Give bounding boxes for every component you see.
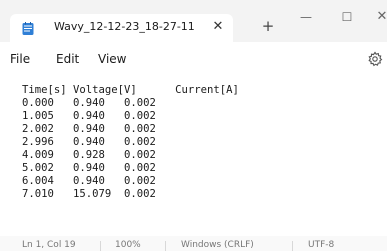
title-bar: Wavy_12-12-23_18-27-11 ✕ + — ☐ ✕ — [0, 0, 387, 42]
status-bar: Ln 1, Col 19 100% Windows (CRLF) UTF-8 — [0, 236, 387, 251]
new-tab-button[interactable]: + — [259, 17, 277, 35]
line-ending: Windows (CRLF) — [181, 240, 254, 250]
zoom-level: 100% — [115, 240, 141, 250]
maximize-button[interactable]: ☐ — [335, 8, 359, 26]
editor-content: Time[s] Voltage[V] Current[A] 0.000 0.94… — [22, 84, 239, 200]
encoding: UTF-8 — [308, 240, 335, 250]
menu-view[interactable]: View — [98, 52, 126, 66]
document-tab[interactable]: Wavy_12-12-23_18-27-11 ✕ — [10, 14, 233, 42]
status-divider — [100, 241, 101, 251]
close-tab-icon[interactable]: ✕ — [210, 19, 226, 35]
text-editor[interactable]: Time[s] Voltage[V] Current[A] 0.000 0.94… — [0, 76, 387, 231]
menu-bar: File Edit View — [0, 42, 387, 76]
minimize-button[interactable]: — — [294, 8, 318, 26]
status-divider — [165, 241, 166, 251]
cursor-position: Ln 1, Col 19 — [22, 240, 76, 250]
close-window-button[interactable]: ✕ — [370, 8, 387, 26]
status-divider — [292, 241, 293, 251]
menu-file[interactable]: File — [10, 52, 30, 66]
tab-title: Wavy_12-12-23_18-27-11 — [54, 20, 195, 33]
menu-edit[interactable]: Edit — [56, 52, 79, 66]
notepad-icon — [22, 22, 34, 35]
settings-icon[interactable] — [367, 51, 383, 67]
notepad-window: Wavy_12-12-23_18-27-11 ✕ + — ☐ ✕ File Ed… — [0, 0, 387, 251]
